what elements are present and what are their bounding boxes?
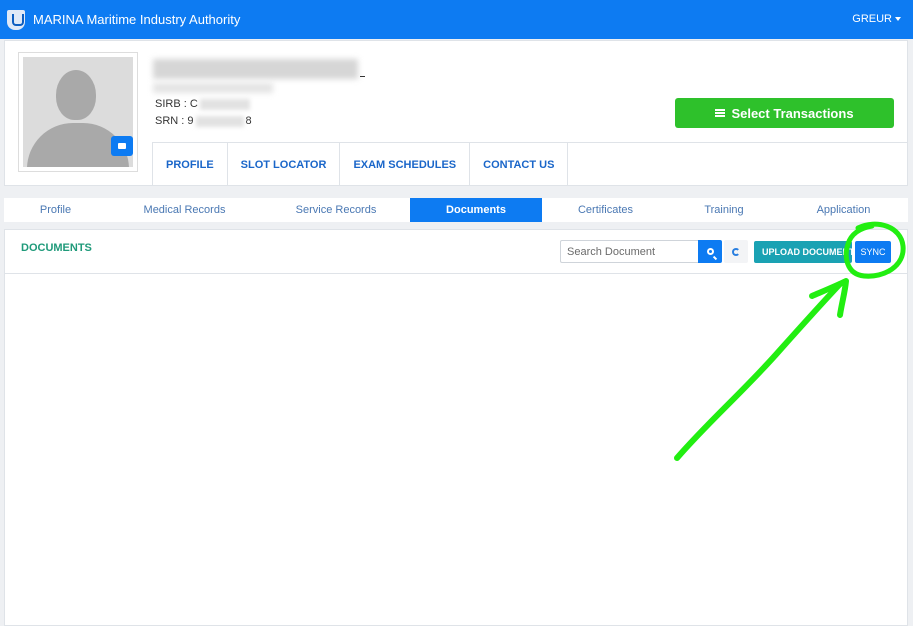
documents-header: DOCUMENTS UPLOAD DOCUMENT SYNC <box>5 230 907 274</box>
redacted-srn <box>195 115 244 127</box>
name-underline <box>360 76 365 77</box>
sirb-label: SIRB : C <box>155 98 198 110</box>
documents-panel: DOCUMENTS UPLOAD DOCUMENT SYNC <box>4 229 908 626</box>
nav-contact-us[interactable]: CONTACT US <box>469 143 569 186</box>
marina-logo-icon[interactable] <box>7 9 25 30</box>
select-transactions-button[interactable]: Select Transactions <box>675 98 894 128</box>
tab-medical-records[interactable]: Medical Records <box>107 198 262 222</box>
caret-down-icon[interactable] <box>895 17 901 21</box>
search-document-input[interactable] <box>560 240 699 263</box>
select-transactions-label: Select Transactions <box>731 105 854 121</box>
nav-slot-locator[interactable]: SLOT LOCATOR <box>226 143 340 186</box>
avatar-head-shape <box>56 70 96 120</box>
change-photo-button[interactable] <box>111 136 133 156</box>
srn-label: SRN : 9 <box>155 115 194 127</box>
app-title[interactable]: MARINA Maritime Industry Authority <box>33 12 240 27</box>
tab-certificates[interactable]: Certificates <box>542 198 669 222</box>
tab-application[interactable]: Application <box>779 198 908 222</box>
tab-profile[interactable]: Profile <box>4 198 107 222</box>
srn-line: SRN : 9 8 <box>155 115 252 127</box>
list-icon <box>715 109 726 117</box>
profile-card: SIRB : C SRN : 9 8 Select Transactions P… <box>4 40 908 186</box>
user-name[interactable]: GREUR <box>852 13 892 25</box>
documents-title: DOCUMENTS <box>21 242 92 254</box>
redacted-subtitle <box>153 83 273 93</box>
nav-divider <box>548 142 908 143</box>
refresh-icon <box>732 247 740 256</box>
upload-document-button[interactable]: UPLOAD DOCUMENT <box>754 241 852 263</box>
sirb-line: SIRB : C <box>155 98 252 110</box>
redacted-name <box>153 59 358 79</box>
redacted-sirb <box>199 98 250 110</box>
profile-nav: PROFILE SLOT LOCATOR EXAM SCHEDULES CONT… <box>152 142 569 186</box>
nav-profile[interactable]: PROFILE <box>152 143 227 186</box>
refresh-button[interactable] <box>724 240 748 263</box>
sync-button[interactable]: SYNC <box>855 241 891 263</box>
top-navbar: MARINA Maritime Industry Authority GREUR <box>0 0 913 39</box>
search-icon <box>706 248 714 255</box>
tab-service-records[interactable]: Service Records <box>262 198 410 222</box>
search-button[interactable] <box>698 240 722 263</box>
tab-documents[interactable]: Documents <box>410 198 542 222</box>
record-tabs: Profile Medical Records Service Records … <box>4 198 908 222</box>
user-menu[interactable]: GREUR <box>852 13 901 25</box>
camera-icon <box>118 143 126 149</box>
nav-exam-schedules[interactable]: EXAM SCHEDULES <box>339 143 469 186</box>
srn-suffix: 8 <box>245 115 252 127</box>
tab-training[interactable]: Training <box>669 198 779 222</box>
